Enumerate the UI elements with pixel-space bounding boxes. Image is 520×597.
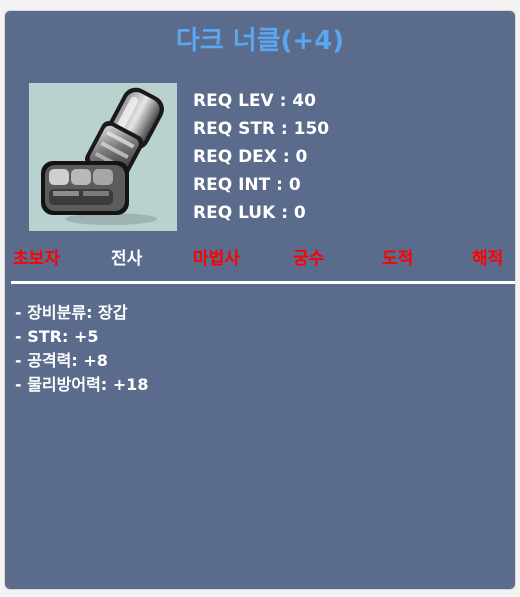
requirements-list: REQ LEV : 40 REQ STR : 150 REQ DEX : 0 R… [193, 87, 329, 227]
item-image-frame [29, 83, 177, 231]
req-luk: REQ LUK : 0 [193, 203, 306, 223]
job-requirements: 초보자 전사 마법사 궁수 도적 해적 [5, 247, 515, 277]
job-pirate: 해적 [472, 249, 504, 269]
stat-defense: - 물리방어력: +18 [15, 375, 149, 394]
item-tooltip-panel: 다크 너클(+4) REQ LEV: 40 REQ STR: 150 REQ… [4, 10, 516, 590]
job-warrior: 전사 [111, 249, 143, 269]
job-thief: 도적 [382, 249, 414, 269]
job-magician: 마법사 [193, 249, 240, 269]
req-dex: REQ DEX : 0 [193, 147, 308, 167]
job-bowman: 궁수 [293, 249, 325, 269]
dark-knuckle-glove-icon [41, 87, 164, 225]
req-int: REQ INT : 0 [193, 175, 301, 195]
divider [11, 281, 515, 284]
item-name: 다크 너클(+4) [175, 26, 345, 56]
stat-str-bonus: - STR: +5 [15, 327, 99, 346]
job-beginner: 초보자 [13, 249, 60, 269]
item-description: - 장비분류: 장갑 - STR: +5 - 공격력: +8 - 물리방어력: … [15, 301, 148, 397]
req-level: REQ LEV : 40 [193, 91, 316, 111]
equip-category: - 장비분류: 장갑 [15, 303, 128, 322]
req-str: REQ STR : 150 [193, 119, 330, 139]
stat-attack: - 공격력: +8 [15, 351, 108, 370]
